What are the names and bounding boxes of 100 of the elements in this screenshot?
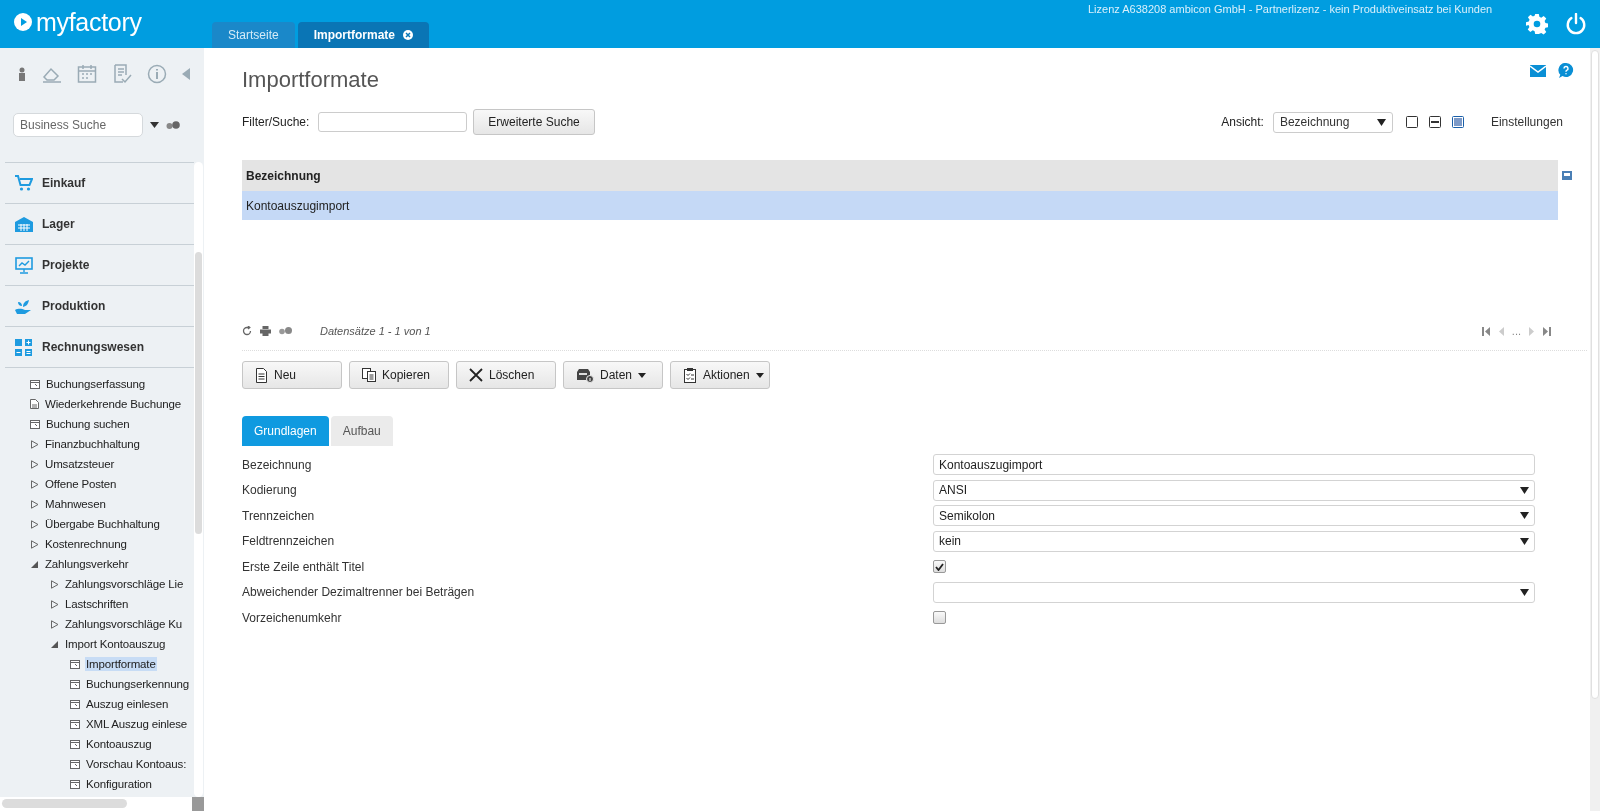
collapsed-triangle-icon[interactable] xyxy=(30,439,39,449)
action-button[interactable]: Kopieren xyxy=(349,361,449,389)
tree-item[interactable]: Zahlungsverkehr xyxy=(44,557,130,571)
power-icon[interactable] xyxy=(1565,13,1587,35)
help-icon[interactable] xyxy=(1558,63,1574,79)
refresh-icon[interactable] xyxy=(242,326,252,336)
collapsed-triangle-icon[interactable] xyxy=(30,519,39,529)
tree-item[interactable]: Konfiguration xyxy=(85,777,153,791)
field-label: Trennzeichen xyxy=(242,508,316,523)
dropdown-caret-icon xyxy=(1520,537,1529,545)
tree-item[interactable]: Mahnwesen xyxy=(44,497,107,511)
tree-item[interactable]: Importformate xyxy=(85,657,157,671)
tree-item[interactable]: Auszug einlesen xyxy=(85,697,170,711)
close-icon[interactable] xyxy=(403,30,414,40)
window-icon xyxy=(70,759,80,769)
tree-item[interactable]: Lastschriften xyxy=(64,597,130,611)
tree-item[interactable]: Offene Posten xyxy=(44,477,118,491)
settings-icon[interactable] xyxy=(1526,13,1548,35)
last-page-icon[interactable] xyxy=(1542,326,1551,336)
mail-icon[interactable] xyxy=(1530,65,1546,77)
figure-icon[interactable] xyxy=(17,66,27,82)
tree-item[interactable]: Zahlungsvorschläge Lie xyxy=(64,577,185,591)
module-item[interactable]: Rechnungswesen xyxy=(5,326,194,368)
action-button[interactable]: Aktionen xyxy=(670,361,770,389)
grid-icon xyxy=(15,338,33,356)
action-button[interactable]: Daten xyxy=(563,361,663,389)
database-info-icon xyxy=(576,367,594,383)
window-icon xyxy=(30,419,40,429)
tree-item[interactable]: Zahlungsvorschläge Ku xyxy=(64,617,184,631)
tree-item[interactable]: Vorschau Kontoaus: xyxy=(85,757,188,771)
select-field[interactable]: ANSI xyxy=(933,479,1535,501)
tree-item[interactable]: Buchungserkennung xyxy=(85,677,190,691)
gears-icon[interactable] xyxy=(279,327,292,335)
checkbox[interactable] xyxy=(933,611,946,625)
window-icon xyxy=(70,679,80,689)
print-icon[interactable] xyxy=(260,326,271,336)
action-button[interactable]: Löschen xyxy=(456,361,556,389)
tree-item[interactable]: Kostenrechnung xyxy=(44,537,128,551)
expanded-triangle-icon[interactable] xyxy=(50,639,59,649)
horizontal-scrollbar[interactable] xyxy=(0,797,192,811)
document-icon xyxy=(30,399,39,409)
scrollbar[interactable] xyxy=(1590,48,1600,811)
dropdown-caret-icon xyxy=(1376,118,1386,126)
tree-item[interactable]: XML Auszug einlese xyxy=(85,717,189,731)
scrollbar[interactable] xyxy=(194,162,203,797)
collapsed-triangle-icon[interactable] xyxy=(50,579,59,589)
tree-item[interactable]: Buchung suchen xyxy=(45,417,131,431)
column-chooser-icon[interactable] xyxy=(1562,171,1572,180)
field-label: Abweichender Dezimaltrenner bei Beträgen xyxy=(242,585,476,600)
clipboard-icon xyxy=(683,366,697,384)
view-mode-button[interactable] xyxy=(1450,115,1465,129)
collapsed-triangle-icon[interactable] xyxy=(30,459,39,469)
window-icon xyxy=(70,739,80,749)
checklist-icon[interactable] xyxy=(112,64,132,84)
view-select[interactable]: Bezeichnung xyxy=(1272,111,1393,133)
select-field[interactable]: Semikolon xyxy=(933,505,1535,527)
select-field[interactable]: kein xyxy=(933,530,1535,552)
collapsed-triangle-icon[interactable] xyxy=(30,499,39,509)
filter-field[interactable] xyxy=(318,112,468,132)
tab[interactable]: Aufbau xyxy=(330,416,393,446)
view-mode-button[interactable] xyxy=(1404,115,1419,129)
logo-text: myfactory xyxy=(36,7,142,37)
table-cell[interactable]: Kontoauszugimport xyxy=(242,191,1558,220)
collapsed-triangle-icon[interactable] xyxy=(30,479,39,489)
checkbox[interactable] xyxy=(933,560,946,574)
expanded-triangle-icon[interactable] xyxy=(30,559,39,569)
collapsed-triangle-icon[interactable] xyxy=(30,539,39,549)
tree-item[interactable]: Kontoauszug xyxy=(85,737,153,751)
window-icon xyxy=(70,779,80,789)
collapsed-triangle-icon[interactable] xyxy=(50,599,59,609)
dropdown-caret-icon[interactable] xyxy=(150,122,159,128)
tab[interactable]: Importformate xyxy=(297,22,430,48)
window-icon xyxy=(30,379,40,389)
view-mode-button[interactable] xyxy=(1427,115,1442,129)
tree-item[interactable]: Finanzbuchhaltung xyxy=(44,437,141,451)
column-header[interactable]: Bezeichnung xyxy=(242,160,1558,191)
field-label: Feldtrennzeichen xyxy=(242,534,336,549)
field-label: Erste Zeile enthält Titel xyxy=(242,559,366,574)
tree-item[interactable]: Umsatzsteuer xyxy=(44,457,116,471)
window-icon xyxy=(70,659,80,669)
tree-item[interactable]: Wiederkehrende Buchunge xyxy=(44,397,182,411)
copy-icon xyxy=(362,368,376,382)
first-page-icon[interactable] xyxy=(1481,326,1491,336)
window-icon xyxy=(70,719,80,729)
license-text: Lizenz A638208 ambicon GmbH - Partnerlizenz - kein Produktiveinsatz bei Kunden xyxy=(1088,3,1493,15)
select-field[interactable] xyxy=(933,581,1535,603)
collapsed-triangle-icon[interactable] xyxy=(50,619,59,629)
action-button[interactable]: Neu xyxy=(242,361,342,389)
advanced-search-button[interactable]: Erweiterte Suche xyxy=(473,109,595,135)
search-field[interactable]: Business Suche xyxy=(13,113,143,137)
dropdown-caret-icon xyxy=(1520,588,1529,596)
dropdown-caret-icon xyxy=(1520,486,1529,494)
tree-item[interactable]: Buchungserfassung xyxy=(45,377,147,391)
gears-icon[interactable] xyxy=(166,120,180,130)
dropdown-caret-icon xyxy=(1520,512,1529,520)
tree-item[interactable]: Import Kontoauszug xyxy=(64,637,167,651)
tree-item[interactable]: Übergabe Buchhaltung xyxy=(44,517,161,531)
module-item[interactable]: Lager xyxy=(5,203,194,244)
settings-link[interactable]: Einstellungen xyxy=(1490,115,1563,129)
text-field[interactable]: Kontoauszugimport xyxy=(933,454,1535,476)
